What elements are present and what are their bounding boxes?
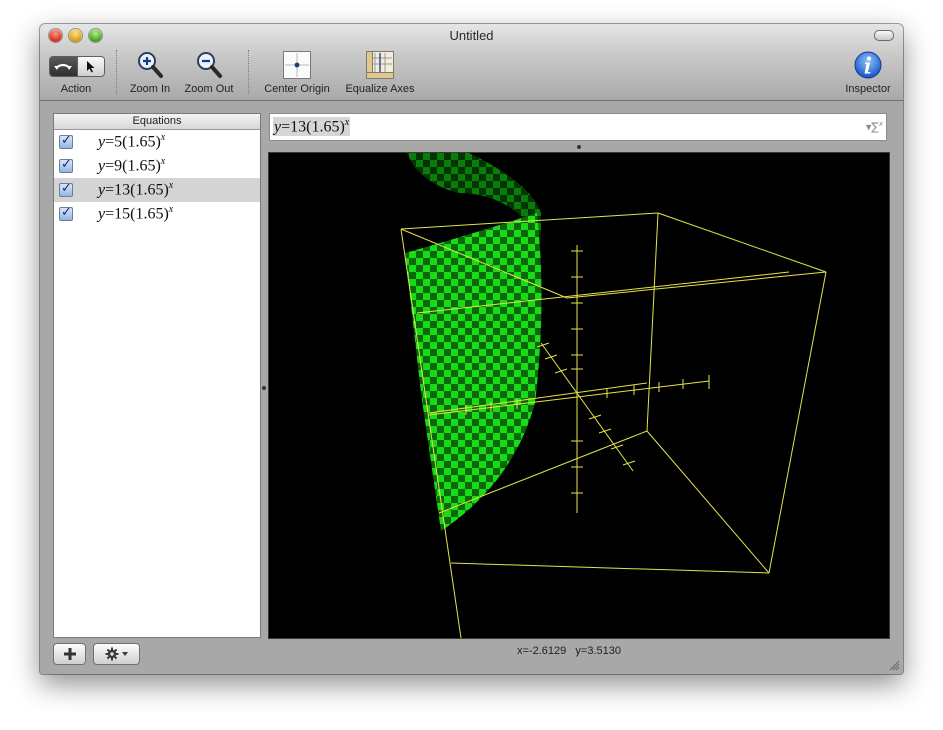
- toolbar-toggle-button[interactable]: [874, 30, 894, 41]
- inspector-label: Inspector: [845, 83, 891, 95]
- z-axis: [540, 342, 634, 472]
- equation-label: y=13(1.65)x: [98, 180, 174, 199]
- equation-label: y=5(1.65)x: [98, 132, 166, 151]
- equalize-axes-icon: [366, 51, 394, 79]
- inspector-icon: [854, 51, 882, 79]
- equation-input-text[interactable]: y=13(1.65)x: [273, 117, 351, 137]
- zoom-in-button[interactable]: Zoom In: [124, 50, 176, 95]
- equalize-axes-button[interactable]: Equalize Axes: [340, 50, 420, 95]
- equation-row[interactable]: y=9(1.65)x: [54, 154, 260, 178]
- window-title: Untitled: [449, 28, 494, 43]
- toolbar-separator: [248, 50, 249, 94]
- gear-icon: [105, 647, 128, 661]
- equation-row[interactable]: y=13(1.65)x: [54, 178, 260, 202]
- graph-canvas[interactable]: [269, 153, 889, 638]
- plus-icon: [63, 648, 76, 660]
- graph-view[interactable]: [268, 152, 890, 639]
- equation-input[interactable]: y=13(1.65)x ▾∑x: [269, 113, 887, 141]
- zoom-out-icon: [197, 52, 222, 78]
- center-origin-button[interactable]: Center Origin: [258, 50, 336, 95]
- equation-label: y=9(1.65)x: [98, 156, 166, 175]
- resize-grip-icon[interactable]: [888, 659, 900, 671]
- inspector-button[interactable]: Inspector: [838, 50, 898, 95]
- main-window: Untitled Action Zoom In Zoom Out Center …: [40, 24, 903, 674]
- action-segmented-control[interactable]: [49, 56, 105, 77]
- center-origin-icon: [283, 51, 311, 79]
- x-readout: x=-2.6129: [517, 645, 567, 657]
- equation-visible-checkbox[interactable]: [59, 205, 73, 221]
- zoom-in-icon: [138, 52, 163, 78]
- equation-visible-checkbox[interactable]: [59, 133, 73, 149]
- equalize-axes-label: Equalize Axes: [345, 83, 415, 95]
- equation-row[interactable]: y=5(1.65)x: [54, 130, 260, 154]
- titlebar: Untitled Action Zoom In Zoom Out Center …: [40, 24, 903, 101]
- surface-main: [405, 213, 542, 531]
- cursor-coordinates: x=-2.6129 y=3.5130: [517, 645, 621, 657]
- y-readout: y=3.5130: [575, 645, 621, 657]
- action-menu-button[interactable]: [93, 643, 140, 665]
- toolbar-separator: [116, 50, 117, 94]
- horizontal-splitter-handle[interactable]: [577, 145, 581, 149]
- arrow-pointer-icon[interactable]: [76, 57, 104, 76]
- action-label: Action: [60, 83, 92, 95]
- zoom-in-label: Zoom In: [129, 83, 171, 95]
- rotate-tool-icon[interactable]: [50, 57, 77, 76]
- zoom-out-label: Zoom Out: [184, 83, 234, 95]
- equation-visible-checkbox[interactable]: [59, 157, 73, 173]
- zoom-out-button[interactable]: Zoom Out: [180, 50, 238, 95]
- equation-visible-checkbox[interactable]: [59, 181, 73, 197]
- equations-header: Equations: [54, 114, 260, 130]
- sigma-icon[interactable]: ▾∑x: [866, 120, 883, 134]
- center-origin-label: Center Origin: [264, 83, 330, 95]
- equations-list[interactable]: Equations y=5(1.65)x y=9(1.65)x y=13(1.65)…: [53, 113, 261, 638]
- splitter-handle[interactable]: [262, 386, 266, 390]
- equation-label: y=15(1.65)x: [98, 204, 174, 223]
- equation-row[interactable]: y=15(1.65)x: [54, 202, 260, 226]
- add-equation-button[interactable]: [53, 643, 86, 665]
